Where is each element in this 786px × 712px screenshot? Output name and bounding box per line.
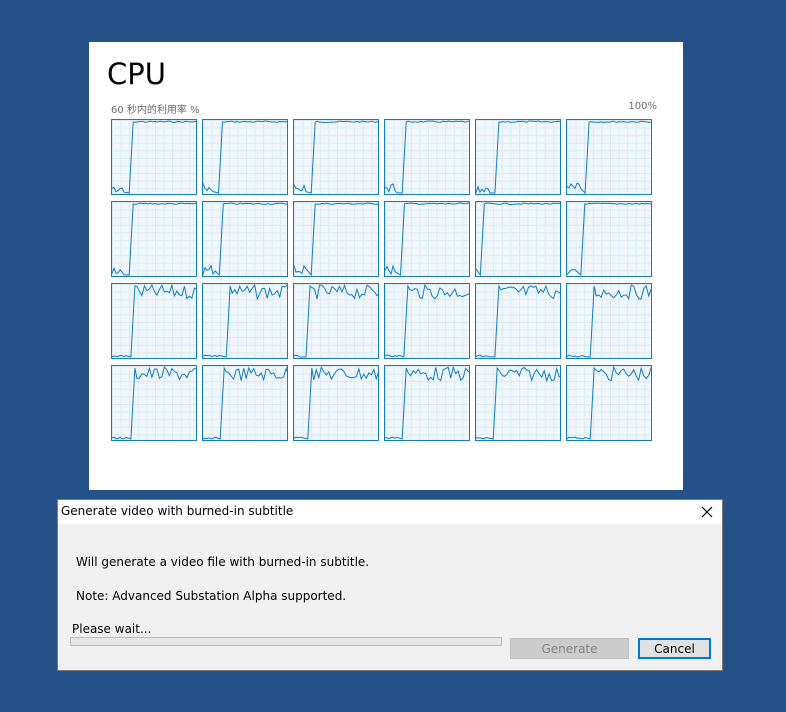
dialog-message: Will generate a video file with burned-i… [76,555,370,569]
cpu-core-graph [293,283,379,359]
cpu-usage-line [385,202,469,276]
status-text: Please wait... [72,622,152,636]
dialog-note: Note: Advanced Substation Alpha supporte… [76,589,347,603]
cpu-usage-line [294,202,378,276]
dialog-title: Generate video with burned-in subtitle [61,504,294,518]
cpu-core-graph [475,283,561,359]
cpu-usage-line [112,284,196,358]
cpu-core-graph [202,201,288,277]
cpu-core-graph [111,365,197,441]
cpu-core-graph [566,201,652,277]
cpu-usage-line [294,120,378,194]
cpu-usage-line [385,284,469,358]
cpu-usage-line [203,284,287,358]
cpu-performance-panel: CPU 60 秒内的利用率 % 100% [89,42,683,490]
cpu-core-graph [202,119,288,195]
cpu-title: CPU [107,57,166,91]
cpu-core-graph [293,201,379,277]
cpu-usage-line [294,366,378,440]
cpu-core-graph [384,119,470,195]
cpu-usage-line [476,202,560,276]
cpu-core-graph [475,201,561,277]
cpu-usage-line [567,202,651,276]
cpu-core-graph [566,365,652,441]
cpu-usage-line [203,366,287,440]
cpu-core-graph [293,365,379,441]
cpu-core-graph [111,119,197,195]
cpu-usage-line [476,120,560,194]
cpu-usage-line [112,366,196,440]
close-icon [701,506,713,518]
cpu-usage-line [567,120,651,194]
cpu-core-graph [202,283,288,359]
cpu-usage-line [385,120,469,194]
cpu-core-graph [111,201,197,277]
close-button[interactable] [692,500,722,524]
cpu-core-graph [202,365,288,441]
generate-video-dialog: Generate video with burned-in subtitle W… [57,499,723,671]
cpu-core-graph [384,365,470,441]
dialog-titlebar: Generate video with burned-in subtitle [58,500,722,524]
cpu-core-graph [293,119,379,195]
cpu-core-graph [475,365,561,441]
cpu-usage-line [567,284,651,358]
cpu-usage-line [203,202,287,276]
cpu-usage-line [112,202,196,276]
cpu-usage-line [567,366,651,440]
cpu-usage-line [203,120,287,194]
cpu-core-graph [566,283,652,359]
cpu-usage-line [476,366,560,440]
progress-bar [70,637,502,646]
cancel-button[interactable]: Cancel [638,638,711,659]
cpu-core-graph [475,119,561,195]
cpu-core-graph [566,119,652,195]
cpu-usage-line [476,284,560,358]
cpu-usage-line [385,366,469,440]
generate-button[interactable]: Generate [510,638,629,659]
cpu-utilization-subtitle: 60 秒内的利用率 % [111,105,200,116]
cpu-usage-line [294,284,378,358]
cpu-usage-line [112,120,196,194]
cpu-core-graph [111,283,197,359]
cpu-max-label: 100% [628,101,657,112]
cpu-core-graph [384,283,470,359]
cpu-core-graph [384,201,470,277]
